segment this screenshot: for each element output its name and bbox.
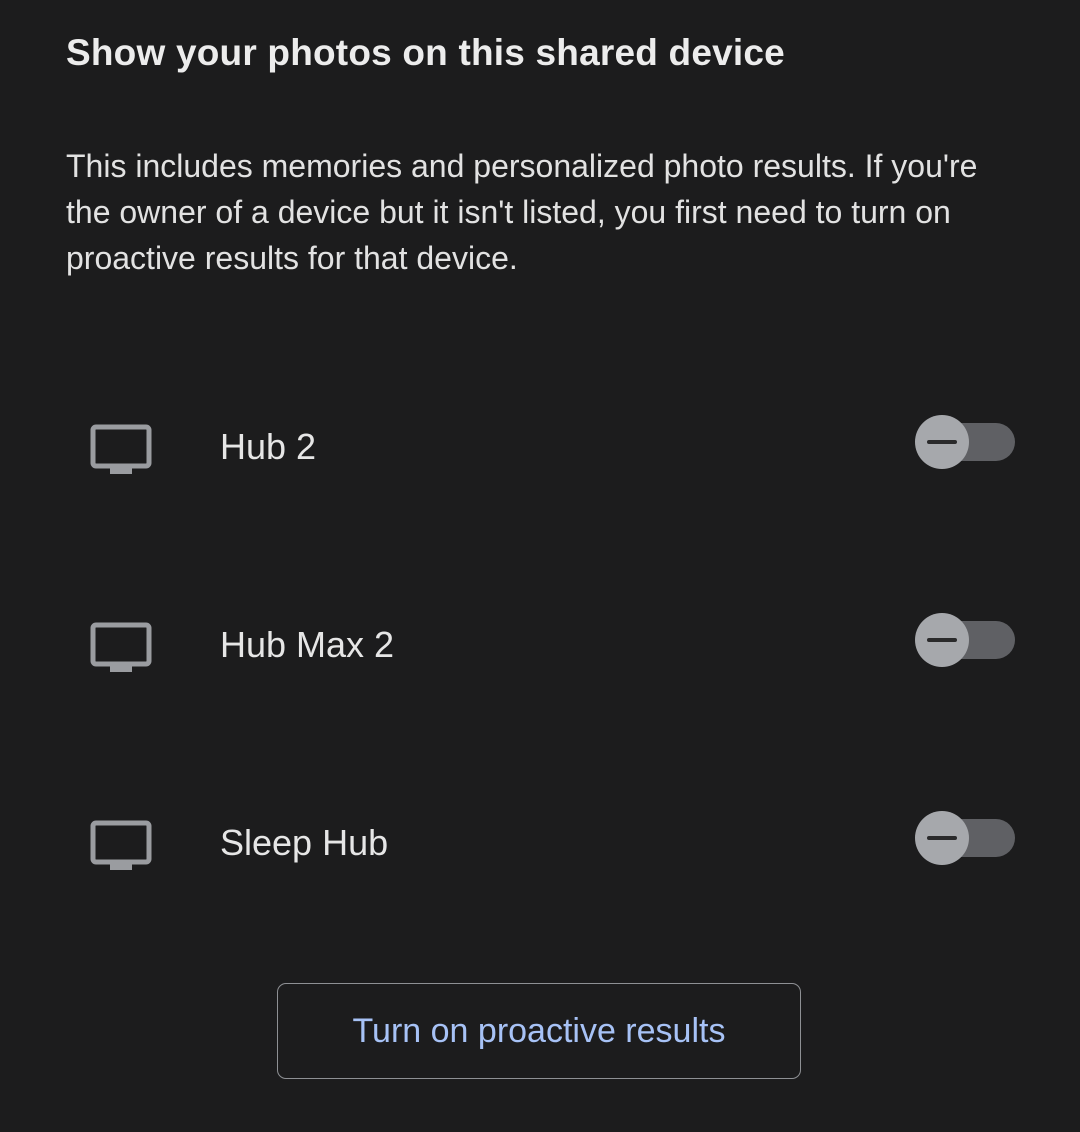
minus-icon (927, 440, 957, 444)
page-title: Show your photos on this shared device (66, 32, 785, 73)
toggle-thumb (915, 811, 969, 865)
device-label: Hub 2 (220, 426, 317, 467)
hub-2-toggle[interactable] (915, 415, 1016, 469)
minus-icon (927, 638, 957, 642)
toggle-thumb (915, 415, 969, 469)
display-icon (90, 424, 152, 476)
device-row-sleep-hub: Sleep Hub (0, 811, 1080, 920)
device-row-hub-2: Hub 2 (0, 415, 1080, 524)
turn-on-proactive-results-button[interactable]: Turn on proactive results (277, 983, 801, 1079)
hub-max-2-toggle[interactable] (915, 613, 1016, 667)
device-row-hub-max-2: Hub Max 2 (0, 613, 1080, 722)
device-label: Sleep Hub (220, 822, 389, 863)
display-icon (90, 820, 152, 872)
page-description: This includes memories and personalized … (66, 148, 978, 276)
sleep-hub-toggle[interactable] (915, 811, 1016, 865)
device-label: Hub Max 2 (220, 624, 395, 665)
toggle-thumb (915, 613, 969, 667)
minus-icon (927, 836, 957, 840)
display-icon (90, 622, 152, 674)
